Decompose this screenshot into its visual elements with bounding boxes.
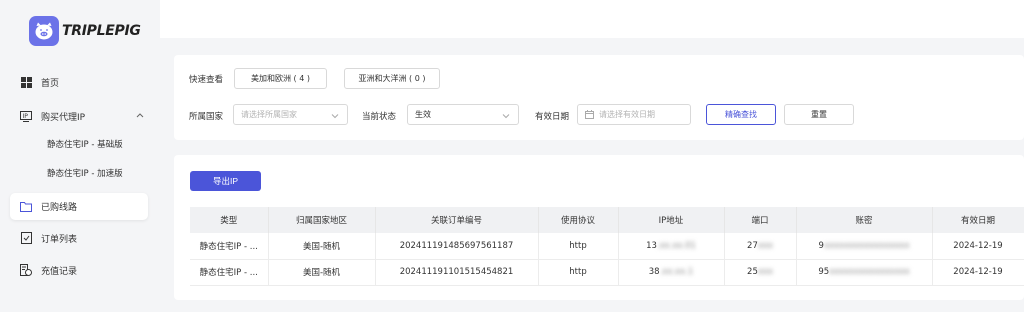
sidebar-item-label: 订单列表 — [41, 234, 78, 245]
table-header-row: 类型 归属国家地区 关联订单编号 使用协议 IP地址 端口 账密 有效日期 — [190, 207, 1024, 233]
cell-port: 25xxx — [724, 259, 797, 286]
sidebar-subitem-static-basic[interactable]: 静态住宅IP - 基础版 — [47, 138, 123, 150]
svg-text:IP: IP — [23, 113, 29, 120]
country-select[interactable]: 请选择所属国家 — [233, 104, 348, 125]
sidebar-item-label: 首页 — [41, 78, 60, 89]
port-visible: 27 — [747, 240, 758, 251]
recharge-icon — [20, 264, 32, 276]
ip-visible: 13 — [646, 240, 657, 251]
column-header-credentials[interactable]: 账密 — [796, 207, 933, 233]
cell-expiry: 2024-12-19 — [932, 233, 1024, 260]
chevron-up-icon[interactable] — [136, 111, 144, 121]
order-list-icon — [20, 232, 32, 244]
sidebar-item-recharge[interactable]: 充值记录 — [10, 257, 148, 283]
pig-logo-icon — [29, 16, 59, 46]
table-panel: 导出IP 类型 归属国家地区 关联订单编号 使用协议 IP地址 端口 账密 有效… — [174, 155, 1024, 300]
table-row[interactable]: 静态住宅IP - ... 美国-随机 20241119110151545482​… — [190, 259, 1024, 286]
port-visible: 25 — [747, 267, 758, 277]
ip-masked: .xx.xx.1 — [659, 267, 694, 277]
country-placeholder: 请选择所属国家 — [241, 110, 297, 119]
proxy-icon: IP — [20, 110, 32, 122]
filter-panel: 快速查看 美加和欧洲 ( 4 ) 亚洲和大洋洲 ( 0 ) 所属国家 请选择所属… — [174, 55, 1024, 140]
chevron-down-icon — [331, 112, 339, 121]
sidebar-subitem-static-accel[interactable]: 静态住宅IP - 加速版 — [47, 167, 123, 179]
ip-masked: .xx.xx.01 — [656, 240, 696, 251]
credentials-masked: xxxxxxxxxxxxxxxxx — [823, 240, 910, 251]
cell-order-no: 20241119148569756118​7 — [375, 233, 539, 260]
dashboard-icon — [20, 76, 32, 88]
column-header-port[interactable]: 端口 — [724, 207, 797, 233]
purchased-lines-table: 类型 归属国家地区 关联订单编号 使用协议 IP地址 端口 账密 有效日期 静态… — [190, 207, 1024, 286]
brand-logo[interactable]: TRIPLEPIG — [29, 16, 141, 46]
country-label: 所属国家 — [189, 112, 224, 122]
port-masked: xxx — [757, 240, 773, 251]
sidebar-item-purchased-lines[interactable]: 已购线路 — [10, 193, 148, 220]
column-header-ip[interactable]: IP地址 — [618, 207, 725, 233]
cell-port: 27xxx — [724, 233, 797, 260]
calendar-icon — [585, 110, 594, 119]
cell-region: 美国-随机 — [268, 259, 376, 286]
column-header-region[interactable]: 归属国家地区 — [268, 207, 376, 233]
cell-ip: 38.xx.xx.1 — [618, 259, 725, 286]
cell-type: 静态住宅IP - ... — [190, 259, 269, 286]
cell-credentials: 95xxxxxxxxxxxxxxxx — [796, 259, 933, 286]
column-header-type[interactable]: 类型 — [190, 207, 269, 233]
sidebar-item-label: 已购线路 — [41, 203, 78, 213]
cell-protocol: http — [538, 259, 619, 286]
credentials-masked: xxxxxxxxxxxxxxxx — [829, 267, 910, 277]
cell-credentials: 9xxxxxxxxxxxxxxxxx — [796, 233, 933, 260]
date-picker[interactable]: 请选择有效日期 — [577, 104, 691, 125]
date-label: 有效日期 — [535, 112, 570, 122]
brand-name: TRIPLEPIG — [62, 23, 141, 39]
port-masked: xxx — [757, 267, 773, 277]
export-ip-button[interactable]: 导出IP — [190, 171, 261, 191]
sidebar-item-buy-proxy[interactable]: IP 购买代理IP — [10, 103, 148, 129]
status-select[interactable]: 生效 — [407, 104, 519, 125]
reset-button[interactable]: 重置 — [784, 104, 854, 125]
sidebar-item-label: 购买代理IP — [41, 112, 86, 123]
sidebar: TRIPLEPIG 首页 IP 购买代理IP 静态住宅IP - 基础版 静态住宅… — [0, 0, 160, 312]
cell-ip: 13.xx.xx.01 — [618, 233, 725, 260]
quick-filter-asia-oceania-button[interactable]: 亚洲和大洋洲 ( 0 ) — [344, 68, 440, 89]
quick-filter-americas-europe-button[interactable]: 美加和欧洲 ( 4 ) — [234, 68, 327, 89]
ip-visible: 38 — [648, 267, 660, 277]
column-header-order-no[interactable]: 关联订单编号 — [375, 207, 539, 233]
cell-order-no: 20241119110151545482​1 — [375, 259, 539, 286]
top-header — [160, 0, 1024, 38]
sidebar-item-home[interactable]: 首页 — [10, 69, 148, 95]
cell-expiry: 2024-12-19 — [932, 259, 1024, 286]
precise-search-button[interactable]: 精确查找 — [706, 104, 776, 125]
column-header-expiry[interactable]: 有效日期 — [932, 207, 1024, 233]
cell-protocol: http — [538, 233, 619, 260]
folder-icon — [20, 201, 32, 213]
status-label: 当前状态 — [362, 112, 397, 122]
quick-view-label: 快速查看 — [189, 75, 224, 85]
sidebar-item-orders[interactable]: 订单列表 — [10, 225, 148, 251]
date-placeholder: 请选择有效日期 — [599, 110, 655, 119]
sidebar-item-label: 充值记录 — [41, 266, 78, 277]
cell-region: 美国-随机 — [268, 233, 376, 260]
cell-type: 静态住宅IP - ... — [190, 233, 269, 260]
column-header-protocol[interactable]: 使用协议 — [538, 207, 619, 233]
table-row[interactable]: 静态住宅IP - ... 美国-随机 20241119148569756118​… — [190, 233, 1024, 260]
credentials-visible: 95 — [818, 267, 830, 277]
status-value: 生效 — [415, 110, 431, 119]
chevron-down-icon — [502, 112, 510, 121]
